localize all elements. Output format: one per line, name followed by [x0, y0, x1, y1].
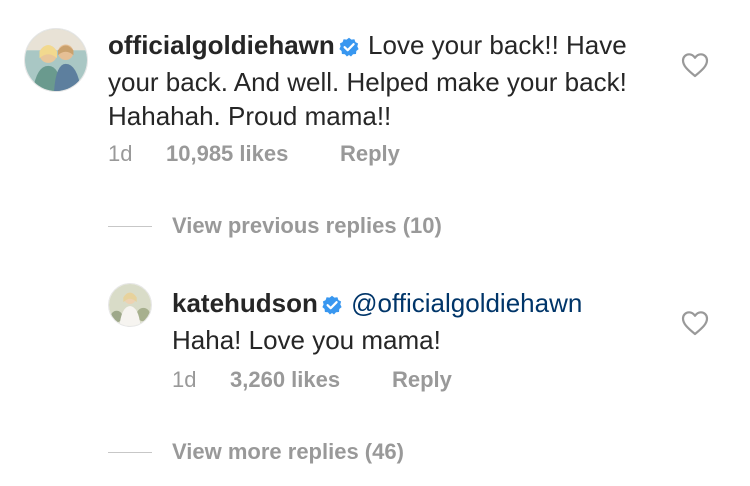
thread-divider	[108, 226, 152, 227]
reply-meta: 1d 3,260 likes Reply	[172, 366, 572, 394]
thread-divider	[108, 452, 152, 453]
reply-username[interactable]: katehudson	[172, 288, 318, 318]
reply-button[interactable]: Reply	[340, 140, 400, 168]
avatar-katehudson[interactable]	[108, 283, 152, 327]
comment-meta: 1d 10,985 likes Reply	[108, 140, 508, 168]
likes-count-button[interactable]: 10,985 likes	[166, 140, 288, 168]
avatar-officialgoldiehawn[interactable]	[24, 28, 88, 92]
like-heart-icon[interactable]	[681, 310, 709, 336]
comment-username[interactable]: officialgoldiehawn	[108, 30, 335, 60]
reply-timestamp: 1d	[172, 367, 197, 392]
view-more-replies-button[interactable]: View more replies (46)	[172, 438, 404, 466]
reply-button[interactable]: Reply	[392, 366, 452, 394]
view-previous-replies-button[interactable]: View previous replies (10)	[172, 212, 442, 240]
mention-link[interactable]: @officialgoldiehawn	[351, 288, 582, 318]
like-heart-icon[interactable]	[681, 52, 709, 78]
comment-timestamp: 1d	[108, 141, 133, 166]
avatar-photo-icon	[25, 29, 87, 91]
avatar-photo-icon	[109, 284, 151, 326]
verified-badge-icon	[339, 31, 359, 65]
reply-body: katehudson @officialgoldiehawn Haha! Lov…	[172, 286, 652, 357]
comment-body: officialgoldiehawn Love your back!! Have…	[108, 28, 638, 133]
reply-text: Haha! Love you mama!	[172, 325, 441, 355]
likes-count-button[interactable]: 3,260 likes	[230, 366, 340, 394]
verified-badge-icon	[322, 289, 342, 323]
